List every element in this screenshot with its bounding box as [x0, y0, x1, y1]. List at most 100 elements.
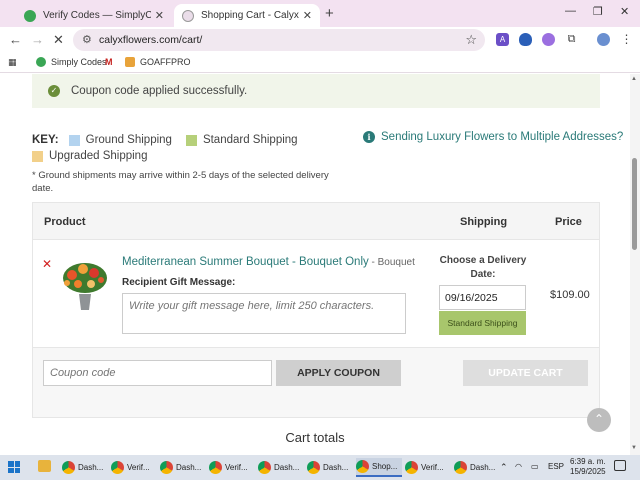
shield-extension-icon[interactable] — [519, 33, 532, 46]
tab-title: Shopping Cart - Calyx Flowers — [201, 10, 299, 21]
page-scrollbar[interactable]: ▲ ▼ — [630, 74, 640, 455]
multi-link-text[interactable]: Sending Luxury Flowers to Multiple Addre… — [381, 131, 623, 143]
delivery-date-input[interactable] — [439, 285, 526, 310]
chrome-icon — [209, 461, 222, 474]
taskbar-chrome-window[interactable]: Verif... — [405, 458, 451, 477]
apply-coupon-button[interactable]: APPLY COUPON — [276, 360, 401, 386]
coupon-row: APPLY COUPON UPDATE CART — [33, 347, 599, 417]
taskbar-chrome-window[interactable]: Dash... — [258, 458, 304, 477]
bookmark-star-icon[interactable]: ☆ — [465, 32, 477, 48]
gmail-icon[interactable]: M — [105, 57, 113, 67]
address-bar[interactable]: ⚙ calyxflowers.com/cart/ ☆ — [73, 29, 485, 51]
battery-icon[interactable]: ▭ — [531, 462, 539, 471]
system-clock[interactable]: 6:39 a. m. 15/9/2025 — [570, 457, 606, 477]
shipping-key: KEY: Ground Shipping Standard Shipping U… — [32, 132, 352, 195]
site-info-icon[interactable]: ⚙ — [82, 33, 92, 46]
language-indicator[interactable]: ESP — [548, 462, 564, 471]
bookmark-label: GOAFFPRO — [140, 57, 191, 67]
bookmarks-bar: ▦ Simply Codes M GOAFFPRO — [0, 53, 640, 73]
taskbar-item-label: Shop... — [372, 462, 398, 471]
chrome-icon — [62, 461, 75, 474]
taskbar-chrome-window[interactable]: Shop... — [356, 458, 402, 477]
windows-start-icon[interactable] — [8, 461, 20, 473]
new-tab-icon[interactable]: + — [325, 5, 334, 22]
ground-shipping-note: * Ground shipments may arrive within 2-5… — [32, 170, 329, 194]
standard-swatch — [185, 134, 197, 146]
tab-strip: Verify Codes — SimplyCodes ✕ Shopping Ca… — [0, 0, 640, 27]
notifications-icon[interactable] — [614, 460, 626, 471]
tab-verify-codes[interactable]: Verify Codes — SimplyCodes ✕ — [16, 4, 172, 27]
gift-message-input[interactable] — [122, 293, 406, 334]
menu-kebab-icon[interactable]: ⋮ — [620, 33, 633, 46]
url-text[interactable]: calyxflowers.com/cart/ — [99, 34, 202, 46]
taskbar-chrome-window[interactable]: Dash... — [307, 458, 353, 477]
notice-text: Coupon code applied successfully. — [71, 85, 248, 97]
taskbar-item-label: Dash... — [176, 463, 202, 472]
cart-totals-title: Cart totals — [285, 430, 345, 445]
chrome-icon — [111, 461, 124, 474]
coupon-code-input[interactable] — [43, 360, 272, 386]
taskbar-chrome-window[interactable]: Verif... — [209, 458, 255, 477]
clock-time: 6:39 a. m. — [570, 457, 606, 466]
tab-shopping-cart[interactable]: Shopping Cart - Calyx Flowers ✕ — [174, 4, 320, 27]
browser-toolbar: ← → ✕ ⚙ calyxflowers.com/cart/ ☆ A ⧉ ⋮ — [0, 27, 640, 53]
remove-item-icon[interactable]: ✕ — [42, 257, 52, 271]
chrome-icon — [356, 460, 369, 473]
close-window-icon[interactable]: ✕ — [620, 5, 629, 18]
tray-chevron-icon[interactable]: ⌃ — [500, 462, 508, 473]
restore-icon[interactable]: ❐ — [593, 5, 603, 18]
cart-page: ✓ Coupon code applied successfully. KEY:… — [0, 74, 640, 455]
apps-grid-icon[interactable]: ▦ — [8, 57, 17, 68]
scrollbar-thumb[interactable] — [632, 158, 637, 250]
product-link[interactable]: Mediterranean Summer Bouquet - Bouquet O… — [122, 256, 369, 268]
minimize-icon[interactable]: — — [565, 5, 576, 17]
bookmark-simply-codes[interactable]: Simply Codes — [36, 57, 107, 67]
cart-table: Product Shipping Price ✕ Mediterranean S… — [32, 202, 600, 418]
file-explorer-icon[interactable] — [38, 460, 51, 472]
multiple-addresses-link[interactable]: i Sending Luxury Flowers to Multiple Add… — [363, 131, 623, 143]
key-item-label: Ground Shipping — [85, 134, 172, 146]
ground-swatch — [68, 134, 80, 146]
scroll-down-icon[interactable]: ▼ — [631, 445, 637, 451]
taskbar-chrome-window[interactable]: Dash... — [62, 458, 108, 477]
taskbar-chrome-window[interactable]: Dash... — [160, 458, 206, 477]
item-price: $109.00 — [550, 289, 590, 301]
taskbar-chrome-window[interactable]: Verif... — [111, 458, 157, 477]
taskbar-item-label: Dash... — [78, 463, 104, 472]
shipping-method-button[interactable]: Standard Shipping — [439, 311, 526, 335]
header-price: Price — [555, 216, 582, 228]
close-tab-icon[interactable]: ✕ — [155, 9, 164, 22]
taskbar-item-label: Verif... — [225, 463, 248, 472]
scroll-to-top-icon[interactable]: ⌃ — [587, 408, 611, 432]
forward-icon[interactable]: → — [31, 32, 44, 47]
puzzle-extensions-icon[interactable]: ⧉ — [565, 33, 578, 46]
extension-a-icon[interactable]: A — [496, 33, 509, 46]
chrome-icon — [307, 461, 320, 474]
back-icon[interactable]: ← — [9, 32, 22, 47]
bookmark-label: Simply Codes — [51, 57, 107, 67]
update-cart-button[interactable]: UPDATE CART — [463, 360, 588, 386]
close-tab-icon[interactable]: ✕ — [303, 9, 312, 22]
checkmark-icon: ✓ — [48, 85, 60, 97]
info-icon: i — [363, 131, 375, 143]
windows-taskbar: Dash... Verif... Dash... Verif... Dash... Das… — [0, 455, 640, 480]
profile-avatar-icon[interactable] — [597, 33, 610, 46]
tab-title: Verify Codes — SimplyCodes — [43, 10, 151, 21]
key-item-label: Upgraded Shipping — [49, 150, 148, 162]
calyx-favicon-icon — [182, 9, 194, 22]
chrome-icon — [454, 461, 467, 474]
key-label: KEY: — [32, 134, 59, 146]
chrome-icon — [405, 461, 418, 474]
gift-message-label: Recipient Gift Message: — [122, 277, 236, 288]
wifi-icon[interactable]: ◠ — [515, 462, 522, 471]
key-upgraded: Upgraded Shipping — [32, 150, 147, 162]
product-name: Mediterranean Summer Bouquet - Bouquet O… — [122, 256, 415, 268]
scroll-up-icon[interactable]: ▲ — [631, 76, 637, 82]
bouquet-image[interactable] — [61, 258, 109, 313]
bookmark-goaffpro[interactable]: GOAFFPRO — [125, 57, 191, 67]
taskbar-chrome-window[interactable]: Dash... — [454, 458, 500, 477]
simplycodes-favicon-icon — [24, 9, 36, 22]
extension-circle-icon[interactable] — [542, 33, 555, 46]
header-product: Product — [44, 216, 86, 228]
stop-icon[interactable]: ✕ — [53, 32, 64, 48]
